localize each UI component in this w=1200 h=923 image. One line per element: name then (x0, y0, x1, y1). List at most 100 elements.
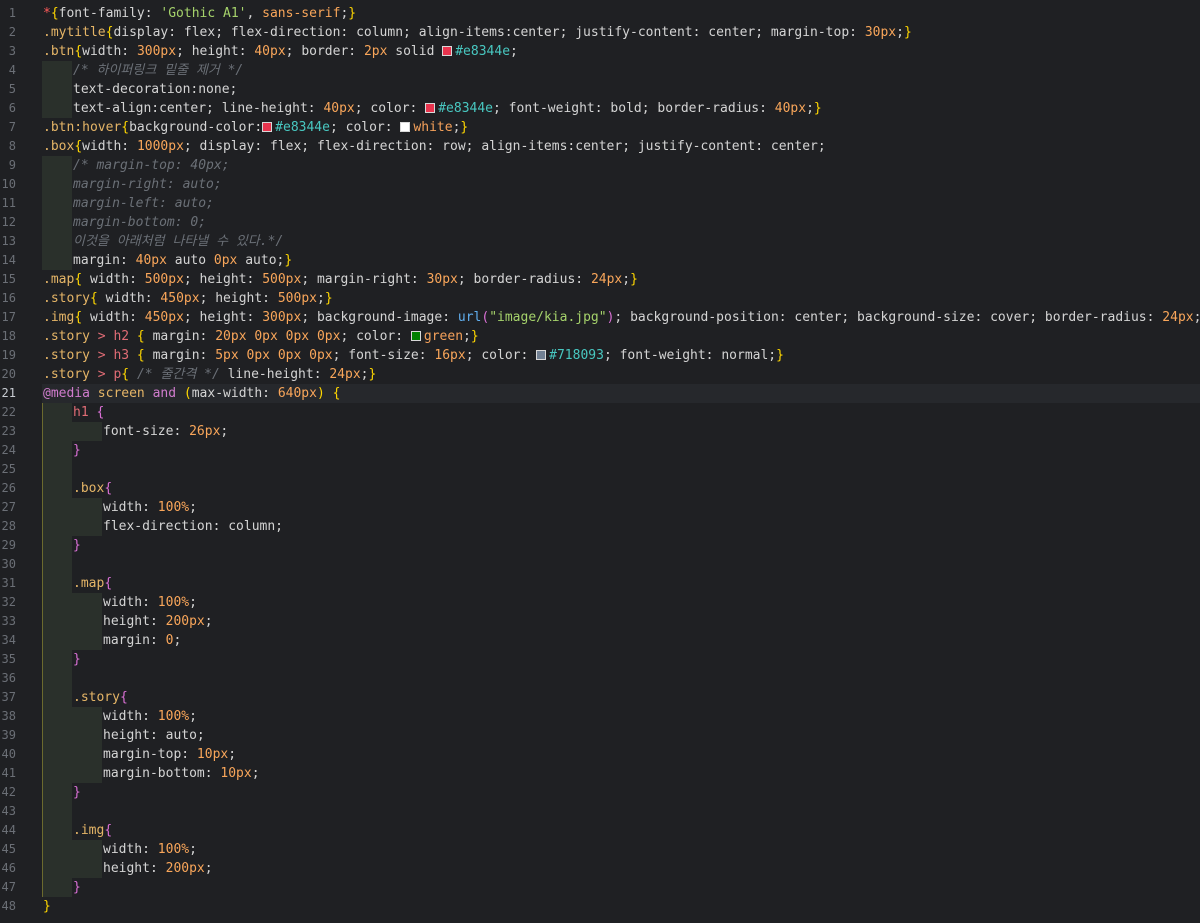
color-swatch-icon[interactable] (425, 103, 436, 113)
code-editor[interactable]: 1 2 3 4 5 6 7 8 9 10 11 12 13 14 15 16 17 18 19 20 21 22 23 24 2… (0, 0, 1200, 923)
code-token: /* 하이퍼링크 밑줄 제거 */ (73, 63, 244, 78)
code-line[interactable]: .map{ (42, 574, 1200, 593)
code-line[interactable]: } (42, 783, 1200, 802)
code-line[interactable] (42, 669, 1200, 688)
code-line[interactable]: /* 하이퍼링크 밑줄 제거 */ (42, 61, 1200, 80)
line-number: 5 (8, 82, 16, 96)
code-line[interactable]: height: 200px; (42, 859, 1200, 878)
code-line[interactable]: width: 100%; (42, 593, 1200, 612)
code-line[interactable] (42, 802, 1200, 821)
line-number: 6 (8, 101, 16, 115)
code-token: { (50, 6, 59, 21)
code-line[interactable]: .box{ (42, 479, 1200, 498)
code-line[interactable]: } (42, 650, 1200, 669)
code-line[interactable]: } (42, 536, 1200, 555)
code-line[interactable]: .btn:hover{background-color: #e8344e; col… (42, 118, 1200, 137)
line-number: 12 (1, 215, 16, 229)
line-number: 40 (1, 747, 16, 761)
line-number: 32 (1, 595, 16, 609)
block-scope-guide (42, 403, 43, 897)
code-token: ; color: (354, 101, 426, 116)
code-line[interactable]: 이것을 아래처럼 나타낼 수 있다.*/ (42, 232, 1200, 251)
line-number: 10 (1, 177, 16, 191)
code-token: height: (103, 861, 166, 876)
code-token: , (246, 6, 263, 21)
code-token: margin-left: auto; (73, 196, 214, 211)
code-token: .box (73, 481, 105, 496)
code-token: 40px (254, 44, 286, 59)
code-token: ; (622, 272, 631, 287)
code-line[interactable]: .story{ (42, 688, 1200, 707)
color-swatch-icon[interactable] (262, 122, 273, 132)
code-token: { (74, 139, 83, 154)
line-number: 14 (1, 253, 16, 267)
code-area[interactable]: *{font-family: 'Gothic A1', sans-serif;}… (42, 0, 1200, 923)
code-line[interactable]: flex-direction: column; (42, 517, 1200, 536)
indent-guide (42, 194, 72, 213)
code-line[interactable]: .img{ width: 450px; height: 300px; backg… (42, 308, 1200, 327)
code-token: { (129, 348, 153, 363)
code-token: #718093 (549, 348, 604, 363)
code-token: 24px (329, 367, 361, 382)
code-line[interactable]: margin-right: auto; (42, 175, 1200, 194)
code-line[interactable]: .box{width: 1000px; display: flex; flex-… (42, 137, 1200, 156)
code-line[interactable]: margin: 40px auto 0px auto;} (42, 251, 1200, 270)
code-line[interactable]: .img{ (42, 821, 1200, 840)
code-line[interactable]: font-size: 26px; (42, 422, 1200, 441)
code-line[interactable]: } (42, 897, 1200, 916)
code-line[interactable]: width: 100%; (42, 840, 1200, 859)
code-token: green (423, 329, 464, 344)
color-swatch-icon[interactable] (400, 122, 411, 132)
code-line[interactable]: margin-bottom: 0; (42, 213, 1200, 232)
color-swatch-icon[interactable] (442, 46, 453, 56)
code-line[interactable]: margin-left: auto; (42, 194, 1200, 213)
code-token: ; (510, 44, 518, 59)
code-line[interactable]: .story{ width: 450px; height: 500px;} (42, 289, 1200, 308)
line-number: 37 (1, 690, 16, 704)
code-token: ; font-weight: normal; (603, 348, 777, 363)
code-token: } (470, 329, 479, 344)
code-line[interactable]: width: 100%; (42, 707, 1200, 726)
color-swatch-icon[interactable] (536, 350, 547, 360)
code-line[interactable]: text-decoration:none; (42, 80, 1200, 99)
code-token: width: (103, 595, 158, 610)
code-line[interactable]: @media screen and (max-width: 640px) { (42, 384, 1200, 403)
code-line[interactable]: .story > h3 { margin: 5px 0px 0px 0px; f… (42, 346, 1200, 365)
code-line[interactable]: .story > h2 { margin: 20px 0px 0px 0px; … (42, 327, 1200, 346)
code-token: h3 (113, 348, 130, 363)
code-token: @media (43, 386, 90, 401)
indent-guide (72, 517, 102, 536)
code-line[interactable]: margin-bottom: 10px; (42, 764, 1200, 783)
code-line[interactable] (42, 460, 1200, 479)
code-line[interactable]: *{font-family: 'Gothic A1', sans-serif;} (42, 4, 1200, 23)
code-token: .img (43, 310, 75, 325)
code-line[interactable]: height: 200px; (42, 612, 1200, 631)
code-token: line-height: (219, 367, 330, 382)
code-line[interactable]: width: 100%; (42, 498, 1200, 517)
code-line[interactable]: .map{ width: 500px; height: 500px; margi… (42, 270, 1200, 289)
code-line[interactable]: margin-top: 10px; (42, 745, 1200, 764)
code-line[interactable]: height: auto; (42, 726, 1200, 745)
code-line[interactable]: .story > p{ /* 줄간격 */ line-height: 24px;… (42, 365, 1200, 384)
code-line[interactable]: .btn{width: 300px; height: 40px; border:… (42, 42, 1200, 61)
line-number: 1 (8, 6, 16, 20)
code-token: } (813, 101, 822, 116)
indent-guide (42, 441, 72, 460)
code-token: text-decoration:none; (73, 82, 238, 97)
color-swatch-icon[interactable] (410, 331, 421, 341)
code-line[interactable]: } (42, 878, 1200, 897)
code-line[interactable] (42, 555, 1200, 574)
code-line[interactable]: text-align:center; line-height: 40px; co… (42, 99, 1200, 118)
code-token: { (121, 367, 137, 382)
code-token: ; (220, 424, 229, 439)
line-number: 8 (8, 139, 16, 153)
code-line[interactable]: .mytitle{display: flex; flex-direction: … (42, 23, 1200, 42)
code-line[interactable]: /* margin-top: 40px; (42, 156, 1200, 175)
code-token: width: (82, 310, 145, 325)
code-line[interactable]: h1 { (42, 403, 1200, 422)
code-line[interactable]: margin: 0; (42, 631, 1200, 650)
line-number: 39 (1, 728, 16, 742)
code-line[interactable]: } (42, 441, 1200, 460)
code-token: width: (97, 291, 161, 306)
indent-guide (42, 61, 72, 80)
